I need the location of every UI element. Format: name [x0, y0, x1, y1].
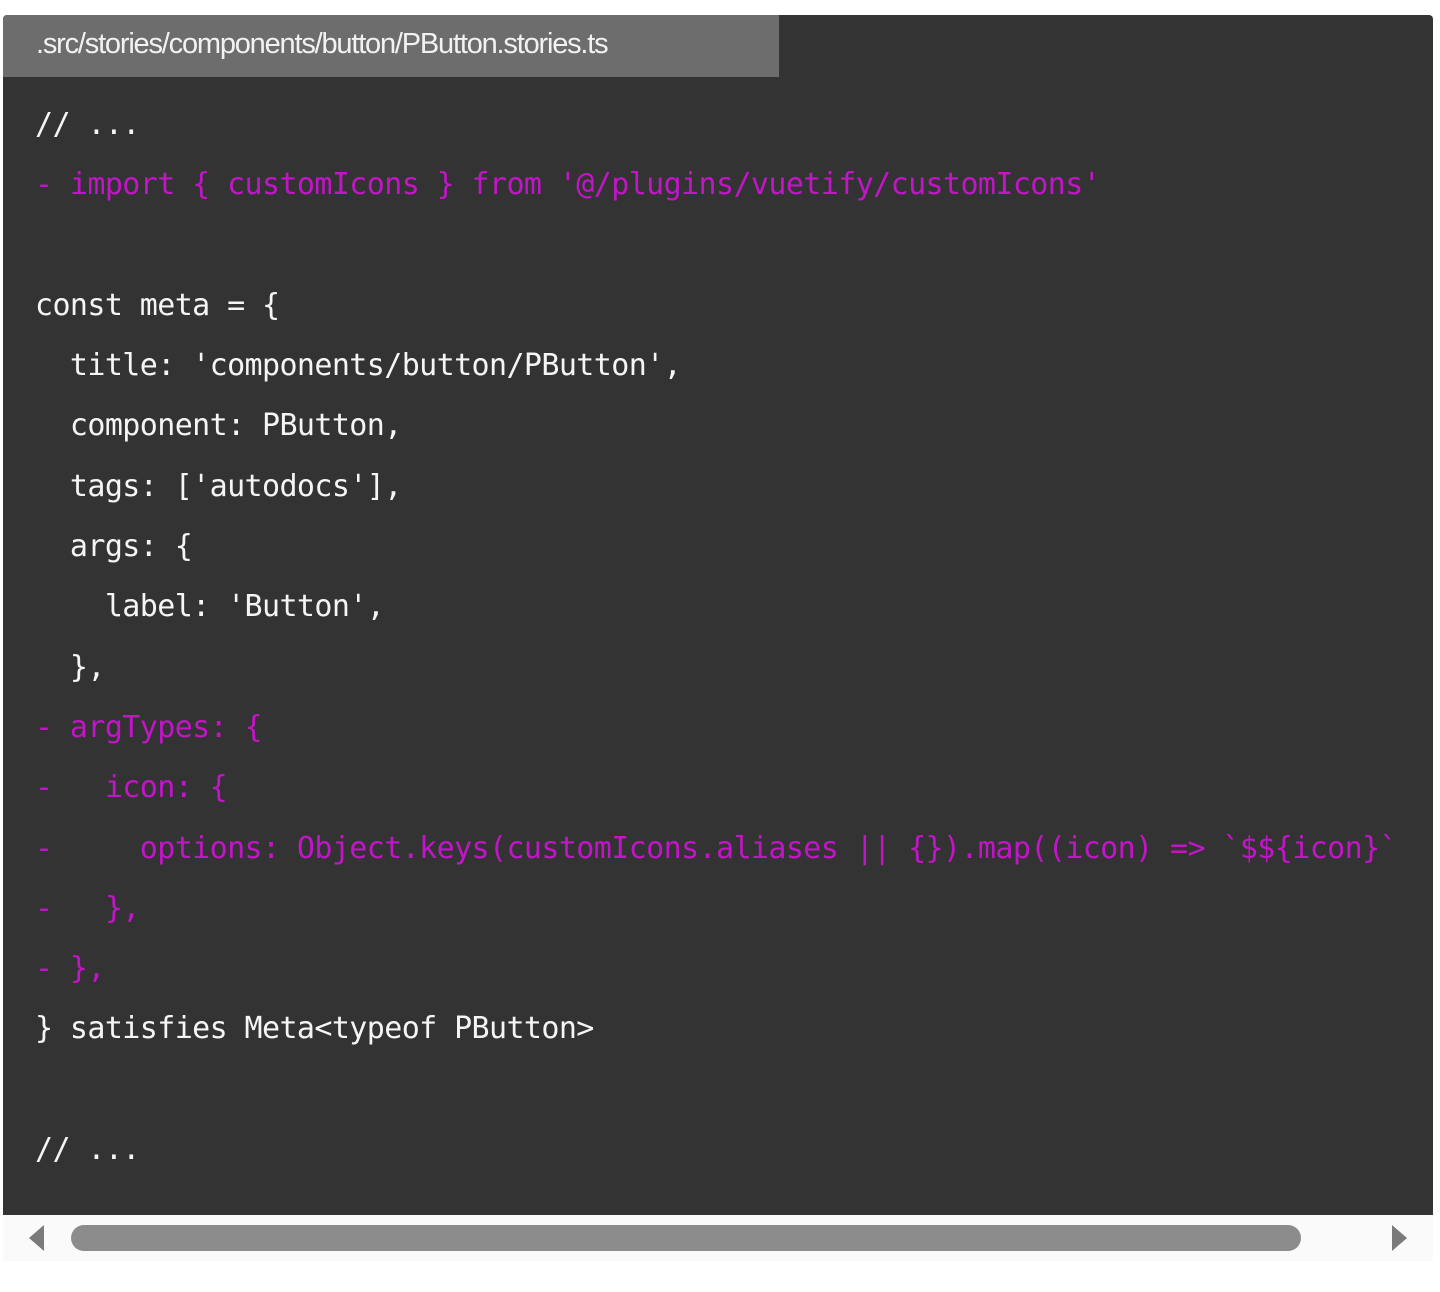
code-line: - },	[35, 890, 140, 926]
code-line: label: 'Button',	[35, 589, 385, 625]
file-name-label: .src/stories/components/button/PButton.s…	[36, 28, 609, 60]
scroll-left-arrow-icon[interactable]	[29, 1225, 44, 1251]
code-content: // ... - import { customIcons } from '@/…	[35, 95, 1433, 1180]
code-line: - icon: {	[35, 770, 228, 806]
scrollbar-thumb[interactable]	[71, 1225, 1301, 1251]
scroll-right-arrow-icon[interactable]	[1392, 1225, 1407, 1251]
code-line: - },	[35, 951, 105, 987]
file-name-tab: .src/stories/components/button/PButton.s…	[3, 15, 779, 77]
code-line: // ...	[35, 1132, 140, 1168]
code-line: args: {	[35, 529, 193, 565]
code-line: tags: ['autodocs'],	[35, 468, 402, 504]
code-line: } satisfies Meta<typeof PButton>	[35, 1011, 594, 1047]
horizontal-scrollbar[interactable]	[3, 1215, 1433, 1261]
code-line: // ...	[35, 107, 140, 142]
code-line: title: 'components/button/PButton',	[35, 348, 682, 384]
code-line: const meta = {	[35, 287, 280, 323]
code-block: .src/stories/components/button/PButton.s…	[3, 15, 1433, 1215]
code-line: component: PButton,	[35, 408, 402, 444]
code-line: },	[35, 649, 106, 685]
code-line: - options: Object.keys(customIcons.alias…	[35, 830, 1398, 866]
code-line: - import { customIcons } from '@/plugins…	[35, 167, 1101, 203]
code-line: - argTypes: {	[35, 709, 263, 745]
